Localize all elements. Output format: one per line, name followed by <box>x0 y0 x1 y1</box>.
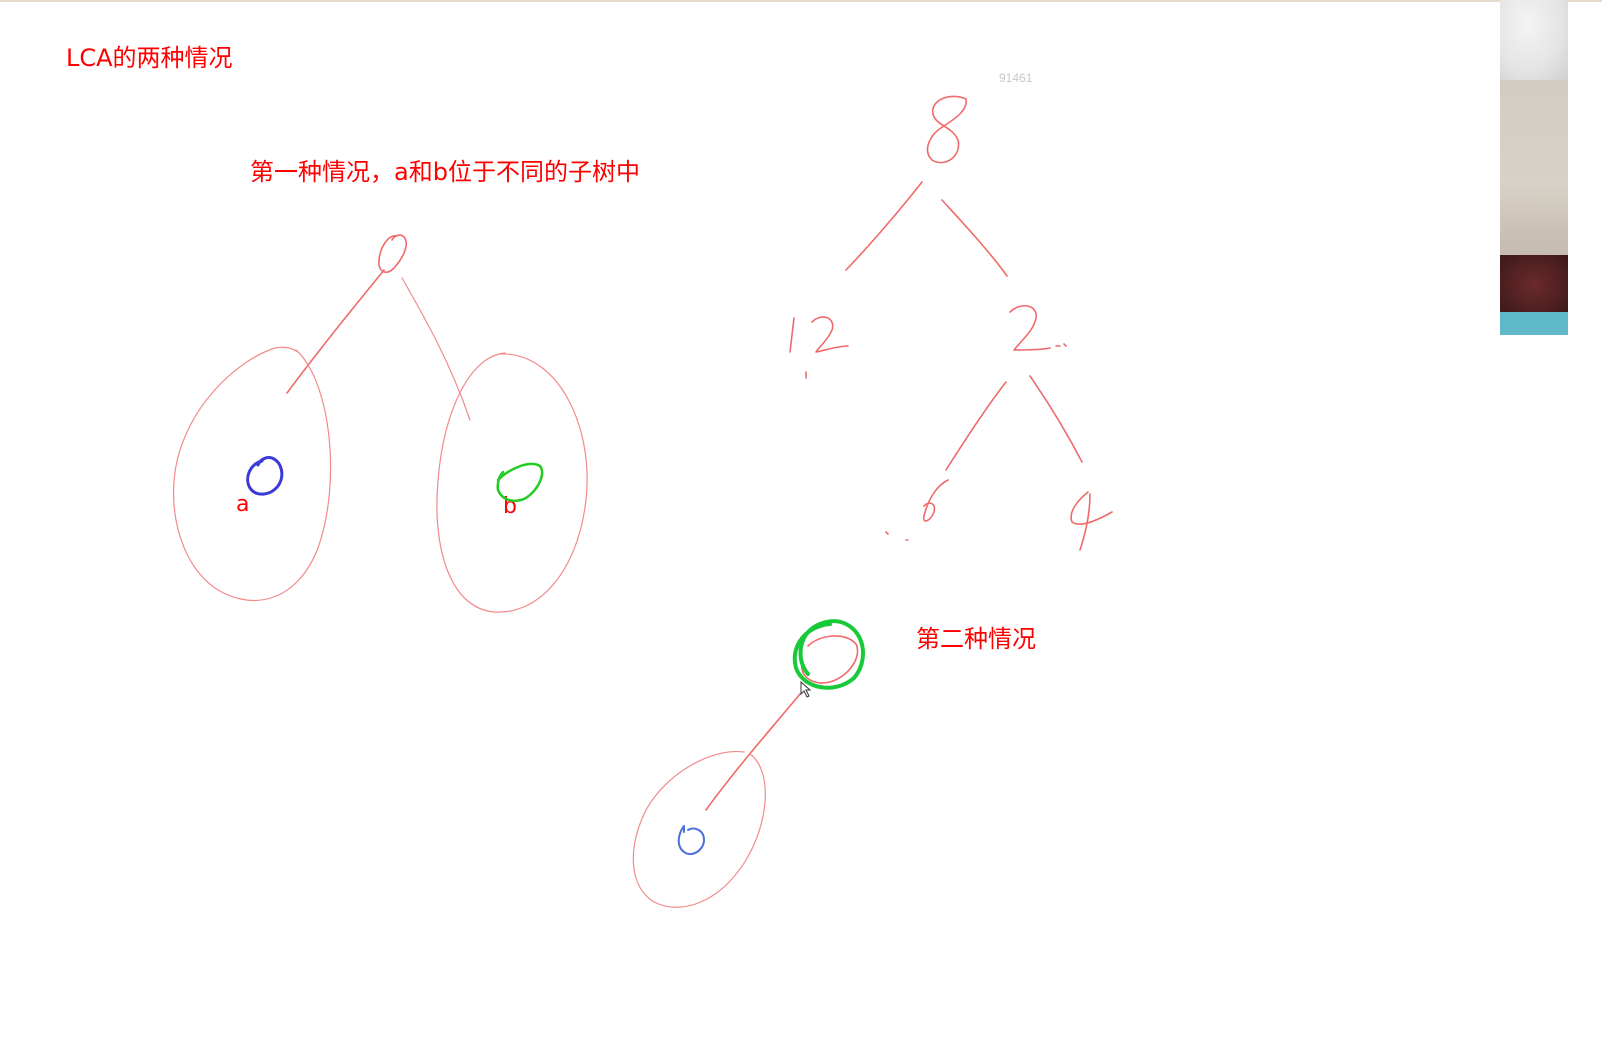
node-b-circle <box>496 462 544 502</box>
handwritten-drawing <box>173 95 1113 908</box>
case1-diagram <box>173 234 588 613</box>
tree-edge-2-4 <box>1029 375 1083 463</box>
tree-node-6 <box>885 479 949 541</box>
case2-edge <box>705 693 801 811</box>
tree-edge-8-12 <box>845 181 923 271</box>
case1-root-node <box>378 234 408 273</box>
case1-right-edge <box>401 277 471 421</box>
case1-left-edge <box>286 269 385 394</box>
case2-ancestor-highlight <box>792 619 866 690</box>
webcam-cloth <box>1500 0 1568 80</box>
webcam-basin <box>1500 312 1568 335</box>
webcam-dark-fabric <box>1500 255 1568 315</box>
tree-edge-2-6 <box>945 381 1007 471</box>
tree-node-4 <box>1070 491 1113 551</box>
case2-ancestor-node <box>801 635 859 684</box>
left-subtree-oval <box>173 346 332 602</box>
case2-diagram <box>632 619 866 908</box>
webcam-overlay <box>1500 0 1568 335</box>
whiteboard-canvas: LCA的两种情况 第一种情况，a和b位于不同的子树中 第二种情况 a b 914… <box>0 0 1602 1059</box>
tree-edge-8-2 <box>941 199 1008 277</box>
tree-node-12 <box>789 316 849 379</box>
node-a-circle <box>246 456 284 496</box>
tree-node-8 <box>926 95 967 164</box>
example-tree <box>789 95 1113 551</box>
case2-descendant-node <box>677 825 706 856</box>
tree-node-2 <box>1009 305 1067 351</box>
